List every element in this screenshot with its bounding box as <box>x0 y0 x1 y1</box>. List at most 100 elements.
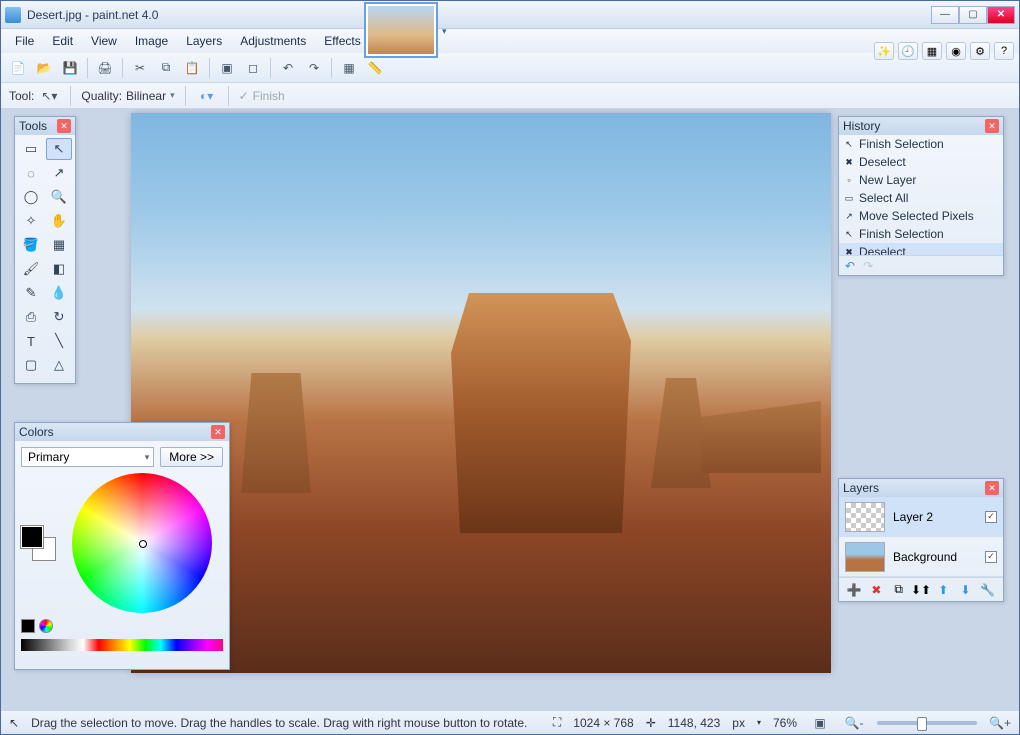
tools-panel: Tools✕ ▭↖◌↗◯🔍✧✋🪣▦🖌◧✎💧⎙↻T╲▢△ <box>14 116 76 384</box>
ruler-button[interactable]: 📏 <box>364 57 386 79</box>
layer-name: Layer 2 <box>893 510 933 524</box>
layer-thumb <box>845 502 885 532</box>
history-close-icon[interactable]: ✕ <box>985 119 999 133</box>
minimize-button[interactable]: — <box>931 6 959 24</box>
menu-image[interactable]: Image <box>127 31 176 51</box>
layer-down-button[interactable]: ⬇ <box>958 582 974 598</box>
tool-rect-select[interactable]: ▭ <box>18 138 44 160</box>
quality-value[interactable]: Bilinear <box>126 89 166 103</box>
layer-add-button[interactable]: ➕ <box>846 582 862 598</box>
history-item[interactable]: ▫New Layer <box>839 171 1003 189</box>
mini-black-swatch[interactable] <box>21 619 35 633</box>
menu-adjustments[interactable]: Adjustments <box>232 31 314 51</box>
fg-bg-swatch[interactable] <box>21 526 55 560</box>
crop-button[interactable]: ▣ <box>216 57 238 79</box>
color-mode-select[interactable]: Primary <box>21 447 154 467</box>
layer-item[interactable]: Layer 2 ✓ <box>839 497 1003 537</box>
layer-delete-button[interactable]: ✖ <box>868 582 884 598</box>
menu-edit[interactable]: Edit <box>44 31 81 51</box>
redo-button[interactable]: ↷ <box>303 57 325 79</box>
zoom-in-icon[interactable]: 🔍+ <box>989 712 1011 734</box>
tool-brush[interactable]: 🖌 <box>18 258 44 280</box>
tool-ellipse-select[interactable]: ◯ <box>18 186 44 208</box>
layer-merge-button[interactable]: ⬇⬆ <box>913 582 929 598</box>
unit-label[interactable]: px <box>732 716 745 730</box>
layer-duplicate-button[interactable]: ⧉ <box>891 582 907 598</box>
deselect-button[interactable]: ◻ <box>242 57 264 79</box>
history-item[interactable]: ✖Deselect <box>839 153 1003 171</box>
history-item[interactable]: ↖Finish Selection <box>839 135 1003 153</box>
wand-icon[interactable]: ✨ <box>874 42 894 60</box>
history-redo-icon[interactable]: ↷ <box>863 259 873 273</box>
tool-lasso[interactable]: ◌ <box>18 162 44 184</box>
menu-file[interactable]: File <box>7 31 42 51</box>
tool-zoom[interactable]: 🔍 <box>46 186 72 208</box>
palette-strip[interactable] <box>21 639 223 651</box>
layer-visibility-checkbox[interactable]: ✓ <box>985 511 997 523</box>
cut-button[interactable]: ✂ <box>129 57 151 79</box>
tool-text[interactable]: T <box>18 330 44 352</box>
print-button[interactable]: 🖨 <box>94 57 116 79</box>
tool-recolor[interactable]: ↻ <box>46 306 72 328</box>
history-item[interactable]: ▭Select All <box>839 189 1003 207</box>
history-undo-icon[interactable]: ↶ <box>845 259 855 273</box>
fg-swatch[interactable] <box>21 526 43 548</box>
undo-button[interactable]: ↶ <box>277 57 299 79</box>
history-item[interactable]: ↖Finish Selection <box>839 225 1003 243</box>
zoom-slider[interactable] <box>877 721 977 725</box>
tool-pencil[interactable]: ✎ <box>18 282 44 304</box>
color-cursor[interactable] <box>139 540 147 548</box>
color-wheel[interactable] <box>72 473 212 613</box>
tool-fill[interactable]: 🪣 <box>18 234 44 256</box>
new-button[interactable]: 📄 <box>7 57 29 79</box>
maximize-button[interactable]: ▢ <box>959 6 987 24</box>
finish-label[interactable]: Finish <box>253 89 285 103</box>
tool-pan[interactable]: ✋ <box>46 210 72 232</box>
fit-window-icon[interactable]: ▣ <box>809 712 831 734</box>
layers-close-icon[interactable]: ✕ <box>985 481 999 495</box>
layer-props-button[interactable]: 🔧 <box>980 582 996 598</box>
paste-button[interactable]: 📋 <box>181 57 203 79</box>
settings-icon[interactable]: ⚙ <box>970 42 990 60</box>
layer-item[interactable]: Background✓ <box>839 537 1003 577</box>
grid-button[interactable]: ▦ <box>338 57 360 79</box>
mini-wheel-icon[interactable] <box>39 619 53 633</box>
mesa-painting <box>451 293 631 533</box>
thumbnail-dropdown-icon[interactable]: ▾ <box>442 26 447 37</box>
history-icon[interactable]: 🕘 <box>898 42 918 60</box>
tools-close-icon[interactable]: ✕ <box>57 119 71 133</box>
history-step-label: Finish Selection <box>859 137 944 151</box>
menu-effects[interactable]: Effects <box>316 31 368 51</box>
zoom-level[interactable]: 76% <box>773 716 797 730</box>
tool-magic-wand[interactable]: ✧ <box>18 210 44 232</box>
tool-line[interactable]: ╲ <box>46 330 72 352</box>
tool-selector[interactable]: ↖▾ <box>38 85 60 107</box>
tool-picker[interactable]: 💧 <box>46 282 72 304</box>
copy-button[interactable]: ⧉ <box>155 57 177 79</box>
layers-icon[interactable]: ▦ <box>922 42 942 60</box>
history-item[interactable]: ↗Move Selected Pixels <box>839 207 1003 225</box>
tool-move-pixels[interactable]: ↗ <box>46 162 72 184</box>
sampling-icon[interactable]: ◐▾ <box>196 85 218 107</box>
tool-rect[interactable]: ▢ <box>18 354 44 376</box>
zoom-out-icon[interactable]: 🔍- <box>843 712 865 734</box>
tool-shapes[interactable]: △ <box>46 354 72 376</box>
history-item[interactable]: ✖Deselect <box>839 243 1003 255</box>
tool-clone[interactable]: ⎙ <box>18 306 44 328</box>
more-colors-button[interactable]: More >> <box>160 447 223 467</box>
layer-up-button[interactable]: ⬆ <box>935 582 951 598</box>
layer-visibility-checkbox[interactable]: ✓ <box>985 551 997 563</box>
tool-move-select[interactable]: ↖ <box>46 138 72 160</box>
tool-gradient[interactable]: ▦ <box>46 234 72 256</box>
tool-eraser[interactable]: ◧ <box>46 258 72 280</box>
close-button[interactable]: ✕ <box>987 6 1015 24</box>
open-button[interactable]: 📂 <box>33 57 55 79</box>
image-thumbnail[interactable] <box>364 2 438 58</box>
colors-close-icon[interactable]: ✕ <box>211 425 225 439</box>
help-icon[interactable]: ? <box>994 42 1014 60</box>
canvas[interactable] <box>131 113 831 673</box>
menu-layers[interactable]: Layers <box>178 31 230 51</box>
save-button[interactable]: 💾 <box>59 57 81 79</box>
colors-icon[interactable]: ◉ <box>946 42 966 60</box>
menu-view[interactable]: View <box>83 31 125 51</box>
